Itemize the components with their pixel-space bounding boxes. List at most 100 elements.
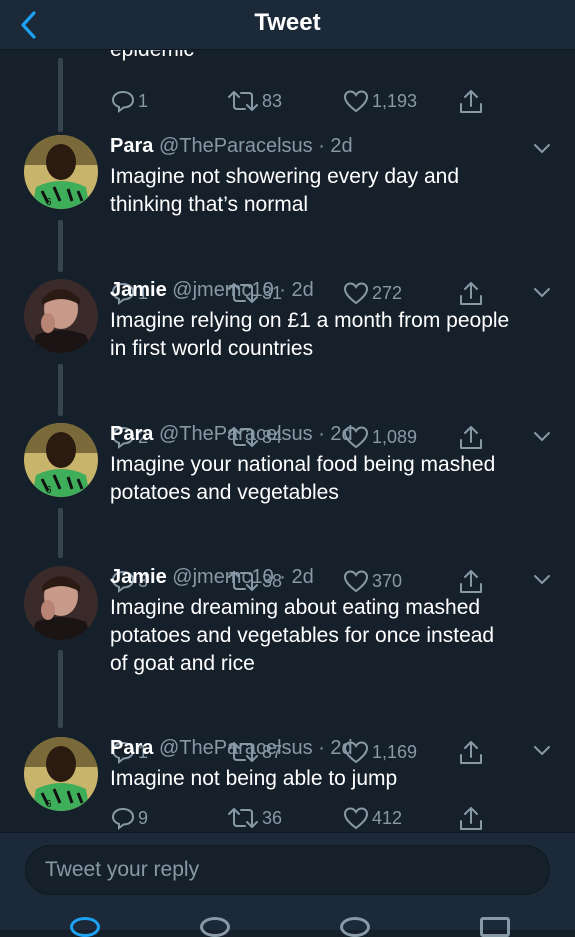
page-title: Tweet — [254, 9, 321, 36]
search-tab-icon[interactable] — [200, 917, 230, 937]
tweet-header: Para @TheParacelsus · 2d — [110, 423, 353, 446]
share-icon — [460, 426, 482, 449]
like-count: 272 — [372, 282, 403, 303]
display-name[interactable]: Para — [110, 737, 153, 759]
avatar-para: 6 — [24, 135, 98, 209]
like-button[interactable]: 1,169 — [342, 739, 417, 765]
tweet-text-line: potatoes and vegetables for once instead — [110, 624, 495, 647]
avatar[interactable]: 6 — [24, 423, 98, 497]
like-count: 370 — [372, 570, 403, 591]
share-icon — [460, 282, 482, 305]
tweet-text-line: Imagine dreaming about eating mashed — [110, 596, 481, 619]
tweet-actions: 9 36 412 — [110, 805, 510, 832]
bottom-tab-bar — [0, 917, 575, 937]
share-icon — [460, 90, 482, 113]
tweet-actions: 1 83 1,193 — [110, 88, 510, 118]
user-handle[interactable]: @TheParacelsus — [159, 135, 313, 157]
share-button[interactable] — [458, 424, 484, 452]
retweet-icon — [228, 91, 258, 111]
reply-count: 9 — [138, 807, 149, 828]
reply-icon — [111, 807, 135, 831]
retweet-count: 36 — [262, 807, 283, 828]
avatar-jamie — [24, 566, 98, 640]
share-button[interactable] — [458, 88, 484, 116]
user-handle[interactable]: @TheParacelsus — [159, 737, 313, 759]
like-button[interactable]: 370 — [342, 568, 402, 594]
like-button[interactable]: 1,193 — [342, 88, 417, 114]
retweet-icon — [228, 808, 258, 828]
avatar[interactable]: 6 — [24, 135, 98, 209]
reply-icon — [111, 90, 135, 114]
like-button[interactable]: 1,089 — [342, 424, 417, 450]
thread-line — [58, 364, 63, 416]
like-count: 1,193 — [372, 90, 418, 111]
thread-line — [58, 58, 63, 132]
user-handle[interactable]: @TheParacelsus — [159, 423, 313, 445]
reply-button[interactable]: 9 — [110, 805, 148, 831]
svg-text:6: 6 — [46, 197, 52, 208]
reply-button[interactable]: 1 — [110, 88, 148, 114]
avatar[interactable]: 6 — [24, 737, 98, 811]
tweet-time: · 2d — [318, 135, 353, 157]
reply-input[interactable]: Tweet your reply — [25, 845, 550, 895]
user-handle[interactable]: @jmemc10 — [172, 566, 273, 588]
tweet-time: · 2d — [279, 566, 314, 588]
tweet-time: · 2d — [318, 737, 353, 759]
tweet-text-line: in first world countries — [110, 337, 314, 360]
tweet-text-line: Imagine your national food being mashed — [110, 453, 496, 476]
display-name[interactable]: Jamie — [110, 279, 167, 301]
heart-icon — [343, 282, 369, 305]
share-icon — [460, 741, 482, 764]
tweet-header: Jamie @jmemc10 · 2d — [110, 566, 314, 589]
reply-thread[interactable]: epidemic 1 83 1,193 6 — [0, 50, 575, 832]
reply-count: 1 — [138, 90, 149, 111]
retweet-button[interactable]: 83 — [226, 88, 282, 114]
share-button[interactable] — [458, 805, 484, 832]
svg-text:6: 6 — [46, 799, 52, 810]
avatar[interactable] — [24, 566, 98, 640]
tweet-text-line: of goat and rice — [110, 652, 255, 675]
share-button[interactable] — [458, 280, 484, 308]
messages-tab-icon[interactable] — [480, 917, 510, 937]
tweet-text: Imagine not being able to jump — [110, 765, 550, 793]
chevron-down-icon[interactable] — [531, 568, 553, 590]
display-name[interactable]: Jamie — [110, 566, 167, 588]
heart-icon — [343, 570, 369, 593]
tweet-time: · 2d — [279, 279, 314, 301]
share-button[interactable] — [458, 568, 484, 596]
tweet-text: Imagine relying on £1 a month from peopl… — [110, 307, 550, 363]
like-button[interactable]: 272 — [342, 280, 402, 306]
tweet-text: Imagine dreaming about eating mashed pot… — [110, 594, 550, 678]
tweet-text-line: potatoes and vegetables — [110, 481, 339, 504]
avatar-para: 6 — [24, 737, 98, 811]
display-name[interactable]: Para — [110, 135, 153, 157]
chevron-down-icon[interactable] — [531, 739, 553, 761]
tweet-header: Para @TheParacelsus · 2d — [110, 737, 353, 760]
share-button[interactable] — [458, 739, 484, 767]
chevron-down-icon[interactable] — [531, 425, 553, 447]
share-icon — [460, 807, 482, 830]
retweet-count: 83 — [262, 90, 283, 111]
tweet-text-line: Imagine not showering every day and — [110, 165, 460, 188]
heart-icon — [343, 90, 369, 113]
avatar-jamie — [24, 279, 98, 353]
thread-line — [58, 508, 63, 558]
tweet-text: Imagine your national food being mashed … — [110, 451, 550, 507]
tweet-time: · 2d — [318, 423, 353, 445]
tweet-header: Jamie @jmemc10 · 2d — [110, 279, 314, 302]
like-count: 1,169 — [372, 741, 418, 762]
heart-icon — [343, 807, 369, 830]
avatar[interactable] — [24, 279, 98, 353]
user-handle[interactable]: @jmemc10 — [172, 279, 273, 301]
like-button[interactable]: 412 — [342, 805, 402, 831]
chevron-down-icon[interactable] — [531, 137, 553, 159]
reply-composer: Tweet your reply — [0, 832, 575, 937]
chevron-down-icon[interactable] — [531, 281, 553, 303]
share-icon — [460, 570, 482, 593]
svg-text:6: 6 — [46, 485, 52, 496]
retweet-button[interactable]: 36 — [226, 805, 282, 831]
home-tab-icon[interactable] — [70, 917, 100, 937]
notifications-tab-icon[interactable] — [340, 917, 370, 937]
display-name[interactable]: Para — [110, 423, 153, 445]
tweet-text: epidemic — [110, 50, 194, 62]
